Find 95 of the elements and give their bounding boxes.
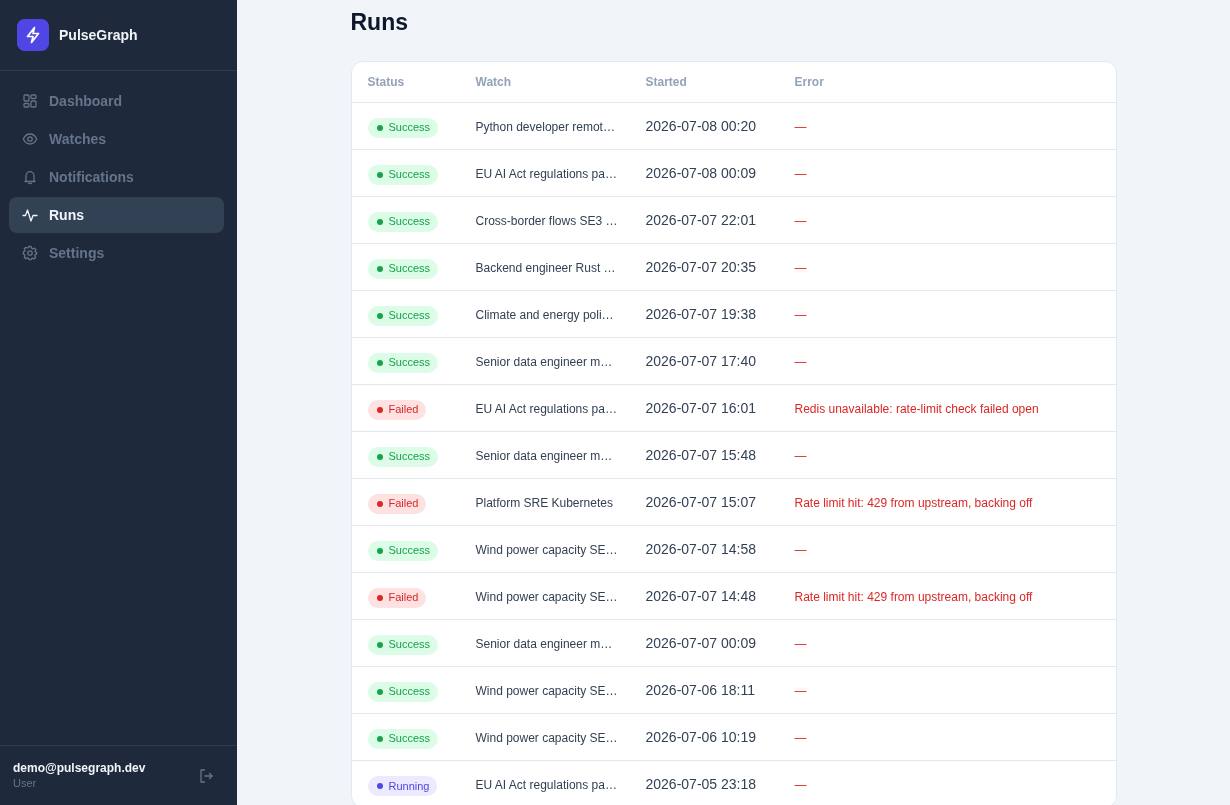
pulse-line-icon	[22, 207, 38, 223]
watch-name: Climate and energy poli…	[475, 307, 614, 322]
status-badge: Running	[367, 775, 438, 796]
started-time: 2026-07-08 00:09	[645, 164, 757, 181]
sidebar-nav-item[interactable]: Settings	[9, 235, 224, 271]
error-text: —	[794, 354, 807, 369]
watch-name: Wind power capacity SE…	[475, 730, 618, 745]
started-time: 2026-07-07 00:09	[645, 634, 757, 651]
sidebar-nav-item[interactable]: Watches	[9, 121, 224, 157]
user-role: User	[13, 776, 38, 791]
started-time: 2026-07-07 17:40	[645, 352, 757, 369]
logout-icon[interactable]	[199, 768, 213, 783]
watch-name: EU AI Act regulations pa…	[475, 777, 617, 792]
started-time: 2026-07-07 14:48	[645, 587, 757, 604]
error-text: Redis unavailable: rate-limit check failed open	[794, 401, 1039, 416]
sidebar-nav-item[interactable]: Notifications	[9, 159, 224, 195]
user-email: demo@pulsegraph.dev	[13, 760, 146, 776]
error-text: —	[794, 542, 807, 557]
status-dot-icon	[376, 218, 383, 225]
started-time: 2026-07-07 22:01	[645, 211, 757, 228]
started-time: 2026-07-08 00:20	[645, 117, 757, 134]
status-badge: Success	[367, 681, 439, 702]
status-badge: Success	[367, 728, 439, 749]
started-time: 2026-07-06 18:11	[645, 681, 755, 698]
bell-icon	[22, 169, 38, 185]
error-text: —	[794, 119, 807, 134]
status-badge: Success	[367, 258, 439, 279]
status-dot-icon	[376, 453, 383, 460]
status-dot-icon	[376, 688, 383, 695]
error-text: —	[794, 777, 807, 792]
watch-name: Python developer remot…	[475, 119, 615, 134]
watch-name: Senior data engineer m…	[475, 448, 613, 463]
sidebar-nav-item[interactable]: Runs	[9, 197, 224, 233]
watch-name: EU AI Act regulations pa…	[475, 401, 617, 416]
watch-name: Backend engineer Rust …	[475, 260, 616, 275]
status-dot-icon	[376, 500, 383, 507]
watch-name: Senior data engineer m…	[475, 354, 613, 369]
watch-name: Wind power capacity SE…	[475, 683, 618, 698]
status-dot-icon	[376, 782, 383, 789]
status-dot-icon	[376, 406, 383, 413]
started-time: 2026-07-05 23:18	[645, 775, 757, 792]
error-text: —	[794, 260, 807, 275]
status-badge: Success	[367, 164, 439, 185]
started-time: 2026-07-06 10:19	[645, 728, 757, 745]
status-badge: Success	[367, 446, 439, 467]
status-dot-icon	[376, 735, 383, 742]
status-dot-icon	[376, 594, 383, 601]
started-time: 2026-07-07 15:07	[645, 493, 757, 510]
column-header: Watch	[475, 74, 512, 89]
error-text: —	[794, 683, 807, 698]
page-title: Runs	[350, 8, 409, 37]
status-dot-icon	[376, 124, 383, 131]
status-badge: Success	[367, 540, 439, 561]
error-text: Rate limit hit: 429 from upstream, backing off	[794, 495, 1033, 510]
error-text: —	[794, 636, 807, 651]
eye-icon	[22, 131, 38, 147]
watch-name: Senior data engineer m…	[475, 636, 613, 651]
status-dot-icon	[376, 171, 383, 178]
status-badge: Success	[367, 352, 439, 373]
error-text: Rate limit hit: 429 from upstream, backing off	[794, 589, 1033, 604]
watch-name: Cross-border flows SE3 …	[475, 213, 618, 228]
watch-name: EU AI Act regulations pa…	[475, 166, 617, 181]
error-text: —	[794, 730, 807, 745]
started-time: 2026-07-07 14:58	[645, 540, 757, 557]
error-text: —	[794, 448, 807, 463]
brand-name: PulseGraph	[59, 25, 138, 45]
started-time: 2026-07-07 15:48	[645, 446, 757, 463]
status-dot-icon	[376, 641, 383, 648]
watch-name: Wind power capacity SE…	[475, 542, 618, 557]
status-badge: Failed	[367, 493, 427, 514]
column-header: Error	[794, 74, 824, 89]
status-badge: Success	[367, 305, 439, 326]
error-text: —	[794, 166, 807, 181]
status-badge: Success	[367, 211, 439, 232]
status-badge: Success	[367, 634, 439, 655]
status-badge: Failed	[367, 399, 427, 420]
column-header: Status	[367, 74, 405, 89]
started-time: 2026-07-07 20:35	[645, 258, 757, 275]
status-badge: Failed	[367, 587, 427, 608]
watch-name: Platform SRE Kubernetes	[475, 495, 613, 510]
grid-icon	[22, 93, 38, 109]
lightning-logo-icon	[17, 19, 49, 51]
sidebar-nav-item[interactable]: Dashboard	[9, 83, 224, 119]
column-header: Started	[645, 74, 687, 89]
started-time: 2026-07-07 16:01	[645, 399, 757, 416]
status-badge: Success	[367, 117, 439, 138]
error-text: —	[794, 307, 807, 322]
status-dot-icon	[376, 265, 383, 272]
status-dot-icon	[376, 547, 383, 554]
error-text: —	[794, 213, 807, 228]
gear-icon	[22, 245, 38, 261]
watch-name: Wind power capacity SE…	[475, 589, 618, 604]
status-dot-icon	[376, 312, 383, 319]
started-time: 2026-07-07 19:38	[645, 305, 757, 322]
status-dot-icon	[376, 359, 383, 366]
